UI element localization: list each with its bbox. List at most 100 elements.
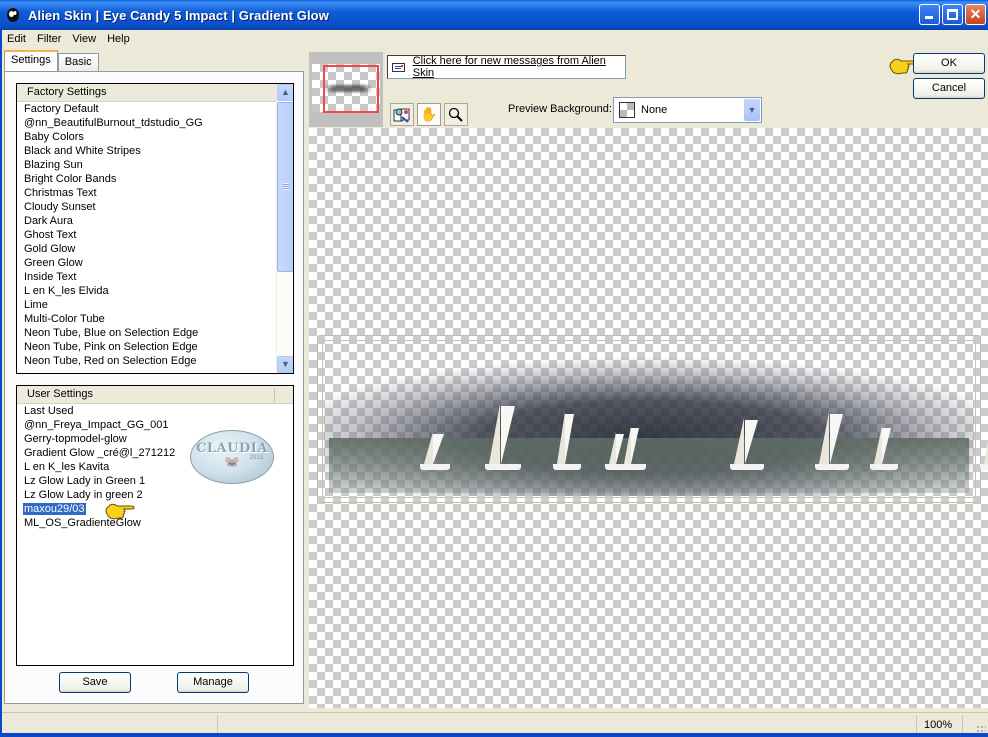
list-item[interactable]: L en K_les Elvida <box>23 284 293 298</box>
window-title: Alien Skin | Eye Candy 5 Impact | Gradie… <box>28 7 329 23</box>
list-item-label: Dark Aura <box>24 215 73 227</box>
list-item[interactable]: Lz Glow Lady in green 2 <box>23 488 293 502</box>
list-item[interactable]: @nn_BeautifulBurnout_tdstudio_GG <box>23 116 293 130</box>
list-item-label: Green Glow <box>24 257 83 269</box>
list-item[interactable]: Bright Color Bands <box>23 172 293 186</box>
minimize-button[interactable] <box>919 4 940 25</box>
list-item[interactable]: Ghost Text <box>23 228 293 242</box>
navigator-viewport-rect[interactable] <box>323 65 379 113</box>
user-settings-list[interactable]: User Settings Last Used @nn_Freya_Impact_… <box>16 385 294 666</box>
list-item[interactable]: Factory Default <box>23 102 293 116</box>
sailboat <box>553 412 581 470</box>
list-item-label: Inside Text <box>24 271 77 283</box>
tab-settings[interactable]: Settings <box>4 50 58 72</box>
list-item[interactable]: Baby Colors <box>23 130 293 144</box>
cancel-button[interactable]: Cancel <box>913 78 985 99</box>
list-item[interactable]: Cloudy Sunset <box>23 200 293 214</box>
list-item[interactable]: maxou29/03 <box>23 502 293 516</box>
list-item[interactable]: Neon Tube, Red on Selection Edge <box>23 354 293 368</box>
alien-skin-app-icon <box>7 8 19 22</box>
compare-preview-button[interactable] <box>390 103 414 126</box>
zoom-tool-button[interactable] <box>444 103 468 126</box>
list-item-label: Blazing Sun <box>24 159 83 171</box>
window-border <box>0 30 2 737</box>
sailboat <box>485 404 521 470</box>
menu-bar: Edit Filter View Help <box>0 30 988 48</box>
messages-box[interactable]: Click here for new messages from Alien S… <box>387 55 626 79</box>
list-item[interactable]: Last Used <box>23 404 293 418</box>
list-item[interactable]: Neon Tube, Pink on Selection Edge <box>23 340 293 354</box>
list-item[interactable]: Lime <box>23 298 293 312</box>
list-item-label: Neon Tube, Red on Selection Edge <box>24 355 197 367</box>
status-separator <box>916 715 917 735</box>
list-item-label: Last Used <box>24 405 74 417</box>
list-item[interactable]: @nn_Freya_Impact_GG_001 <box>23 418 293 432</box>
sailboat <box>730 418 764 470</box>
sailboat <box>980 394 988 470</box>
menu-edit[interactable]: Edit <box>2 33 32 45</box>
list-item-label: maxou29/03 <box>23 503 86 515</box>
list-item[interactable]: Gold Glow <box>23 242 293 256</box>
preview-background-select[interactable]: None ▼ <box>613 97 762 123</box>
messages-link[interactable]: Click here for new messages from Alien S… <box>413 55 625 79</box>
list-item-label: Multi-Color Tube <box>24 313 105 325</box>
list-item[interactable]: Inside Text <box>23 270 293 284</box>
status-separator <box>962 715 963 735</box>
scroll-thumb[interactable] <box>277 102 293 272</box>
list-item-label: @nn_BeautifulBurnout_tdstudio_GG <box>24 117 203 129</box>
navigator-thumbnail[interactable] <box>309 52 383 127</box>
list-item[interactable]: Black and White Stripes <box>23 144 293 158</box>
pointing-hand-icon <box>105 503 135 520</box>
list-item-label: Lz Glow Lady in green 2 <box>24 489 143 501</box>
maximize-button[interactable] <box>942 4 963 25</box>
save-button[interactable]: Save <box>59 672 131 693</box>
sailboat <box>870 426 898 470</box>
list-item[interactable]: Green Glow <box>23 256 293 270</box>
claudia-watermark-logo: CLAUDIA 2013 🐭 <box>190 430 274 484</box>
manage-button[interactable]: Manage <box>177 672 249 693</box>
message-icon <box>392 62 405 72</box>
preview-canvas[interactable] <box>309 128 988 708</box>
compare-preview-icon <box>393 108 410 123</box>
factory-settings-scrollbar[interactable]: ▲ ▼ <box>276 84 293 373</box>
menu-help[interactable]: Help <box>102 33 136 45</box>
settings-panel: Factory Settings Factory Default @nn_Beau… <box>4 71 304 704</box>
list-item-label: Bright Color Bands <box>24 173 117 185</box>
chevron-down-icon[interactable]: ▼ <box>744 99 760 121</box>
close-button[interactable]: ✕ <box>965 4 986 25</box>
list-item-label: Black and White Stripes <box>24 145 141 157</box>
list-item[interactable]: Blazing Sun <box>23 158 293 172</box>
status-pane <box>18 715 218 735</box>
preview-background-label: Preview Background: <box>508 103 612 115</box>
title-bar: Alien Skin | Eye Candy 5 Impact | Gradie… <box>0 0 988 30</box>
list-item[interactable]: ML_OS_GradienteGlow <box>23 516 293 530</box>
list-item-label: Lime <box>24 299 48 311</box>
list-item[interactable]: Neon Tube, Blue on Selection Edge <box>23 326 293 340</box>
list-item[interactable]: Dark Aura <box>23 214 293 228</box>
scroll-down-button[interactable]: ▼ <box>277 356 293 373</box>
tab-basic[interactable]: Basic <box>57 53 99 72</box>
hand-tool-button[interactable]: ✋ <box>417 103 441 126</box>
list-item-label: Neon Tube, Blue on Selection Edge <box>24 327 199 339</box>
sailboat <box>420 432 450 470</box>
list-item-label: Ghost Text <box>24 229 77 241</box>
list-item-label: Baby Colors <box>24 131 84 143</box>
sailboat <box>620 426 646 470</box>
zoom-level: 100% <box>924 719 953 731</box>
ok-button[interactable]: OK <box>913 53 985 74</box>
list-item[interactable]: Christmas Text <box>23 186 293 200</box>
minimize-icon <box>925 16 933 19</box>
background-swatch-icon <box>619 102 635 118</box>
scroll-up-button[interactable]: ▲ <box>277 84 293 101</box>
grip-icon <box>283 183 289 190</box>
menu-filter[interactable]: Filter <box>32 33 67 45</box>
list-item-label: Gradient Glow _cré@l_271212 <box>24 447 176 459</box>
list-item-label: Gold Glow <box>24 243 76 255</box>
list-item[interactable]: Multi-Color Tube <box>23 312 293 326</box>
factory-settings-list[interactable]: Factory Settings Factory Default @nn_Beau… <box>16 83 294 374</box>
chevron-up-icon: ▲ <box>281 87 290 97</box>
hand-icon: ✋ <box>420 106 438 122</box>
magnifier-icon <box>448 107 463 122</box>
list-item-label: Factory Default <box>24 103 99 115</box>
menu-view[interactable]: View <box>67 33 102 45</box>
